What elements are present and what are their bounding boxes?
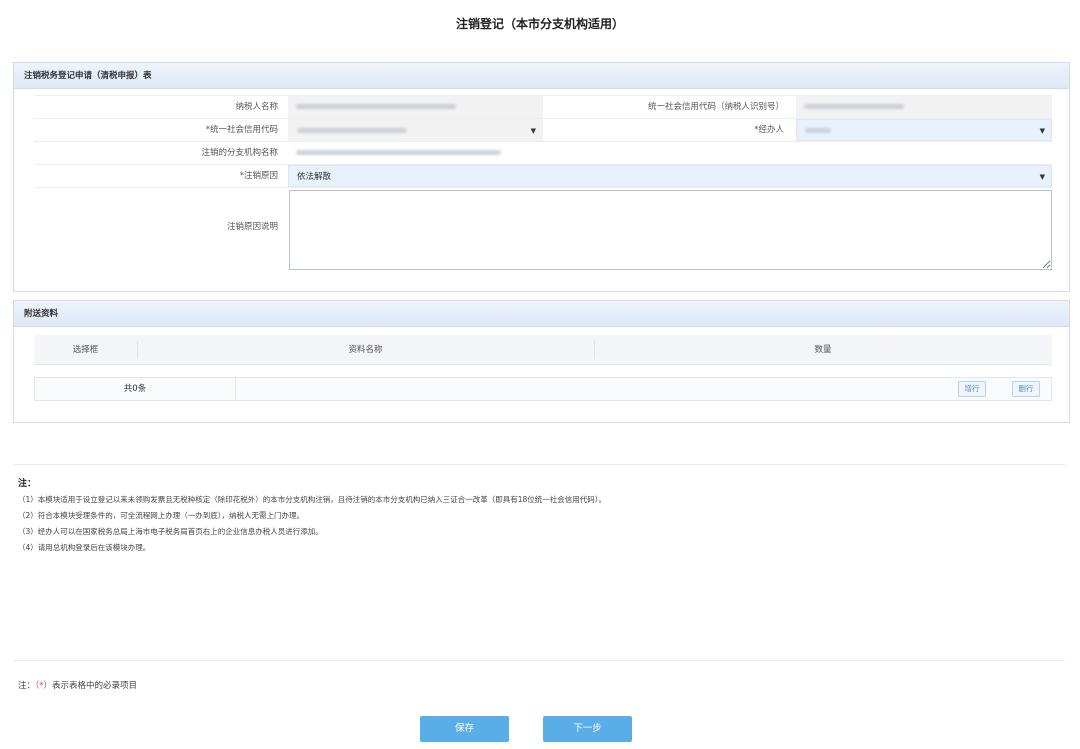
reason-select[interactable]: 依法解散 ▼ bbox=[288, 165, 1052, 187]
notes-section: 注： （1）本模块适用于设立登记以来未领购发票且无税种核定（除印花税外）的本市分… bbox=[18, 477, 1058, 556]
next-button[interactable]: 下一步 bbox=[543, 716, 632, 742]
dropdown-arrow-icon: ▼ bbox=[1039, 127, 1045, 135]
reason-label: *注销原因 bbox=[239, 171, 278, 181]
attach-panel-title: 附送资料 bbox=[14, 301, 1069, 327]
note-item: （4）请用总机构登录后在该模块办理。 bbox=[18, 543, 151, 552]
divider bbox=[13, 464, 1065, 465]
branch-name-value bbox=[288, 142, 1052, 164]
required-note-prefix: 注： bbox=[18, 681, 36, 691]
taxpayer-name-label: 纳税人名称 bbox=[235, 102, 278, 112]
attach-table-header: 选择框 资料名称 数量 bbox=[34, 335, 1052, 365]
form-row-code-handler: *统一社会信用代码 ▼ *经办人 ▼ bbox=[34, 118, 1052, 141]
record-count: 共0条 bbox=[123, 384, 147, 394]
form-row-taxpayer: 纳税人名称 统一社会信用代码（纳税人识别号） bbox=[34, 95, 1052, 118]
register-panel: 注销税务登记申请（清税申报）表 纳税人名称 统一社会信用代码（纳税人识别号） *… bbox=[13, 62, 1070, 292]
form-row-reason: *注销原因 依法解散 ▼ bbox=[34, 164, 1052, 187]
column-header-quantity: 数量 bbox=[814, 345, 832, 355]
reason-value: 依法解散 bbox=[297, 172, 332, 182]
credit-code-label: 统一社会信用代码（纳税人识别号） bbox=[647, 102, 784, 112]
handler-label: *经办人 bbox=[754, 125, 784, 135]
required-note: 注：（*）表示表格中的必录项目 bbox=[18, 679, 137, 691]
column-header-name: 资料名称 bbox=[348, 345, 383, 355]
notes-heading: 注： bbox=[18, 479, 37, 489]
dropdown-arrow-icon: ▼ bbox=[530, 127, 536, 135]
reason-desc-label: 注销原因说明 bbox=[226, 222, 278, 232]
add-row-button[interactable]: 增行 bbox=[958, 381, 986, 397]
column-header-select: 选择框 bbox=[72, 345, 99, 355]
taxpayer-name-value bbox=[288, 96, 543, 118]
register-panel-title: 注销税务登记申请（清税申报）表 bbox=[14, 63, 1069, 89]
delete-row-button[interactable]: 删行 bbox=[1012, 381, 1040, 397]
form-row-branch: 注销的分支机构名称 bbox=[34, 141, 1052, 164]
unified-code-label: *统一社会信用代码 bbox=[205, 125, 278, 135]
note-item: （1）本模块适用于设立登记以来未领购发票且无税种核定（除印花税外）的本市分支机构… bbox=[18, 495, 607, 504]
save-button[interactable]: 保存 bbox=[420, 716, 509, 742]
form-row-reason-desc: 注销原因说明 bbox=[34, 187, 1052, 271]
unified-code-select[interactable]: ▼ bbox=[288, 119, 543, 141]
handler-select[interactable]: ▼ bbox=[796, 119, 1052, 141]
note-item: （2）符合本模块受理条件的，可全流程网上办理（一办到底），纳税人无需上门办理。 bbox=[18, 511, 305, 520]
required-note-text: 表示表格中的必录项目 bbox=[52, 681, 138, 691]
reason-desc-textarea[interactable] bbox=[289, 190, 1052, 270]
divider bbox=[13, 660, 1065, 661]
note-item: （3）经办人可以在国家税务总局上海市电子税务局首页右上的企业信息办税人员进行添加… bbox=[18, 527, 323, 536]
attach-table-footer: 共0条 增行 删行 bbox=[34, 377, 1052, 401]
page-title: 注销登记（本市分支机构适用） bbox=[455, 17, 624, 31]
credit-code-value bbox=[796, 96, 1052, 118]
dropdown-arrow-icon: ▼ bbox=[1039, 173, 1045, 181]
required-star: （*） bbox=[35, 681, 53, 691]
branch-name-label: 注销的分支机构名称 bbox=[201, 148, 278, 158]
attach-panel: 附送资料 选择框 资料名称 数量 共0条 增行 删行 bbox=[13, 300, 1070, 423]
